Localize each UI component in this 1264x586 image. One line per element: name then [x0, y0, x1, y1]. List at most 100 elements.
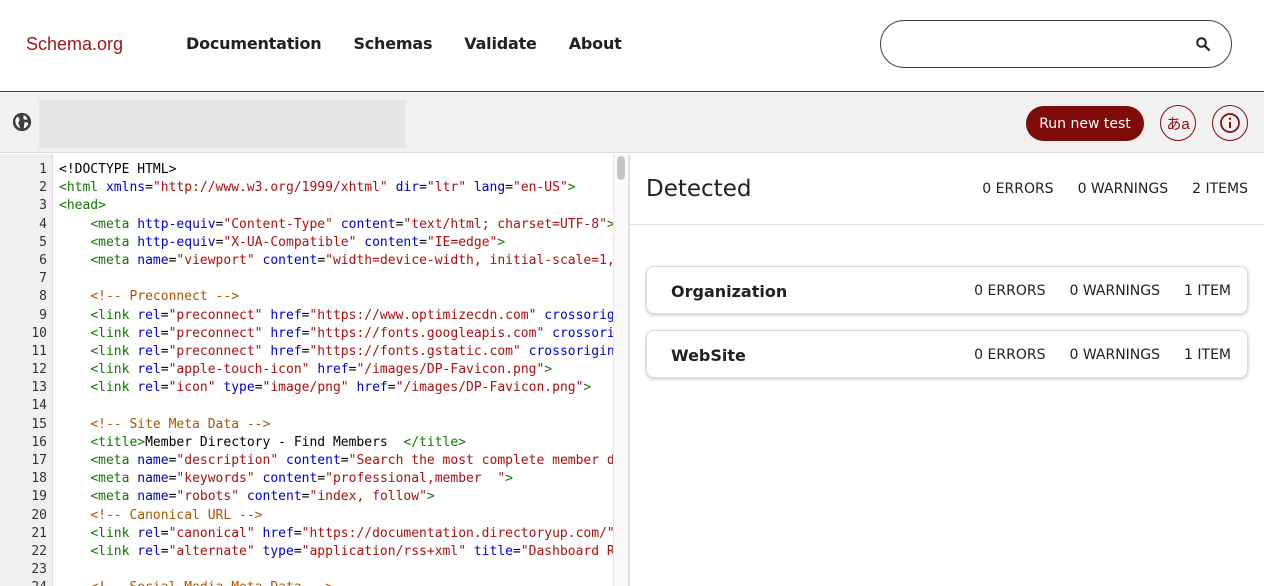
line-number: 4	[39, 216, 47, 232]
line-content: <!-- Social Media Meta Data -->	[59, 579, 333, 586]
errors-count: 0 ERRORS	[982, 181, 1054, 197]
code-token: <!-- Preconnect -->	[90, 289, 240, 305]
scrollbar-thumb[interactable]	[617, 156, 625, 180]
code-token: =	[387, 380, 396, 396]
code-editor[interactable]: 1 <!DOCTYPE HTML> 2 <html xmlns="http://www…	[0, 154, 613, 586]
nav-schemas[interactable]: Schemas	[353, 34, 432, 53]
result-card-organization[interactable]: Organization 0 ERRORS 0 WARNINGS 1 ITEM	[646, 266, 1248, 314]
code-token: "https://fonts.googleapis.com"	[309, 325, 545, 341]
line-number: 18	[31, 471, 47, 487]
line-content: <link rel="alternate" type="application/…	[59, 543, 613, 561]
code-token: <!DOCTYPE HTML>	[59, 162, 177, 177]
code-token: "IE=edge"	[426, 234, 498, 250]
card-stats: 0 ERRORS 0 WARNINGS 1 ITEM	[974, 283, 1231, 299]
line-number: 24	[0, 579, 47, 586]
line-content: <meta http-equiv="Content-Type" content=…	[59, 216, 613, 234]
code-token: "http://www.w3.org/1999/xhtml"	[152, 180, 388, 196]
line-number: 16	[31, 434, 47, 450]
card-items: 1 ITEM	[1184, 283, 1231, 299]
code-token: <meta	[90, 252, 138, 268]
code-token: "/images/DP-Favicon.png"	[356, 362, 545, 378]
url-field[interactable]	[39, 100, 405, 148]
code-scrollbar[interactable]	[613, 154, 628, 586]
line-content: <link rel="apple-touch-icon" href="/imag…	[59, 361, 552, 379]
code-token: <!-- Site Meta Data -->	[90, 416, 271, 432]
code-line: 10 <link rel="preconnect" href="https://…	[0, 325, 613, 343]
line-content: <link rel="icon" type="image/png" href="…	[59, 379, 591, 397]
code-token: <meta	[90, 489, 138, 505]
code-token: "canonical"	[168, 525, 255, 541]
code-token: "en-US"	[513, 180, 568, 196]
code-token: "image/png"	[262, 380, 349, 396]
code-token: =	[160, 307, 169, 323]
nav-validate[interactable]: Validate	[464, 34, 537, 53]
code-token: Member Directory - Find Members	[145, 434, 404, 450]
run-new-test-button[interactable]: Run new test	[1026, 106, 1144, 141]
code-token: content	[286, 453, 341, 468]
code-line: 22 <link rel="alternate" type="applicati…	[0, 543, 613, 561]
site-logo[interactable]: Schema.org	[26, 34, 123, 55]
nav-documentation[interactable]: Documentation	[186, 34, 322, 53]
code-token: dir	[395, 180, 420, 196]
code-token: lang	[473, 180, 506, 196]
code-line: 8 <!-- Preconnect -->	[0, 288, 613, 306]
line-number: 17	[31, 453, 47, 468]
code-line: 15 <!-- Site Meta Data -->	[0, 416, 613, 434]
code-token: "preconnect"	[168, 325, 263, 341]
code-token: "apple-touch-icon"	[168, 362, 310, 378]
line-number: 12	[31, 362, 47, 378]
line-number: 8	[39, 289, 47, 305]
results-pane: Detected 0 ERRORS 0 WARNINGS 2 ITEMS Org…	[630, 154, 1264, 586]
code-line: 17 <meta name="description" content="Sea…	[0, 452, 613, 470]
code-token: "icon"	[168, 380, 216, 396]
code-token: <meta	[90, 453, 138, 468]
code-token: "keywords"	[176, 471, 255, 487]
result-card-website[interactable]: WebSite 0 ERRORS 0 WARNINGS 1 ITEM	[646, 330, 1248, 378]
code-token: "X-UA-Compatible"	[223, 234, 357, 250]
code-token: <!-- Social Media Meta Data -->	[90, 580, 333, 586]
code-token: title	[473, 543, 513, 559]
line-number: 5	[39, 234, 47, 250]
code-line: 13 <link rel="icon" type="image/png" hre…	[0, 379, 613, 397]
code-token: name	[137, 453, 169, 468]
code-token: =	[340, 453, 349, 468]
code-token: href	[270, 307, 302, 323]
code-token: =	[505, 180, 513, 196]
code-lines: 1 <!DOCTYPE HTML> 2 <html xmlns="http://www…	[0, 161, 613, 586]
language-button[interactable]: あa	[1160, 105, 1196, 141]
code-token: <link	[90, 307, 138, 323]
code-token: <html	[59, 180, 106, 196]
info-button[interactable]	[1212, 105, 1248, 141]
search-icon[interactable]	[1195, 36, 1211, 52]
search-input[interactable]	[880, 20, 1232, 68]
code-token: <link	[90, 380, 138, 396]
code-token: content	[364, 234, 420, 250]
line-number: 23	[31, 562, 47, 578]
line-number: 6	[39, 252, 47, 268]
code-line: 6 <meta name="viewport" content="width=d…	[0, 252, 613, 270]
line-content: <link rel="preconnect" href="https://fon…	[59, 343, 613, 361]
code-token: "professional,member "	[325, 471, 506, 487]
code-token: "/images/DP-Favicon.png"	[395, 380, 584, 396]
code-token: >	[567, 180, 576, 196]
code-token: xmlns	[105, 180, 146, 196]
code-token: name	[137, 252, 169, 268]
results-divider	[630, 224, 1264, 225]
nav-about[interactable]: About	[569, 34, 622, 53]
code-token: href	[262, 525, 294, 541]
code-token: =	[254, 380, 263, 396]
code-token: =	[513, 543, 521, 559]
